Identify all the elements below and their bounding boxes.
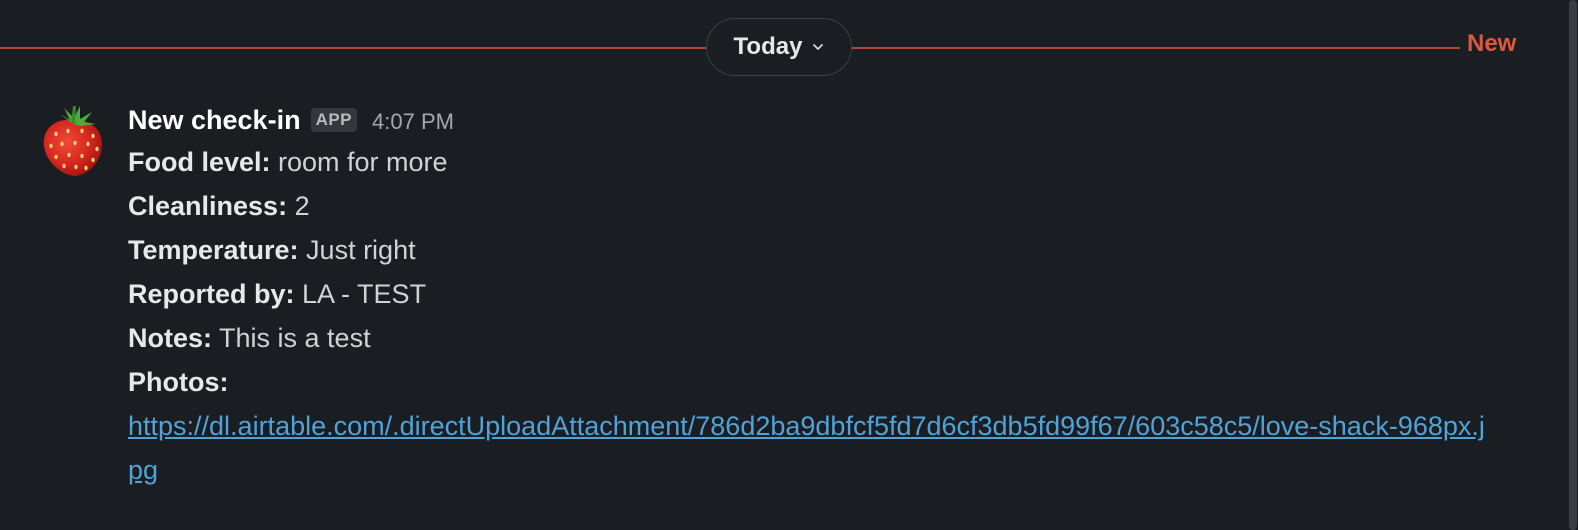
photo-link[interactable]: https://dl.airtable.com/.directUploadAtt… [128,404,1498,492]
new-messages-divider-right [852,47,1460,49]
scrollbar[interactable] [1568,0,1578,530]
field-label: Temperature: [128,235,299,265]
field-label: Cleanliness: [128,191,288,221]
field-cleanliness: Cleanliness: 2 [128,184,1508,228]
new-messages-divider-left [0,47,706,49]
field-label: Photos: [128,367,229,397]
new-messages-label: New [1467,30,1517,57]
field-value: Just right [298,235,416,265]
field-temperature: Temperature: Just right [128,228,1508,272]
date-jump-button[interactable]: Today [706,18,852,76]
message-timestamp[interactable]: 4:07 PM [372,109,454,135]
date-label: Today [733,33,803,60]
app-badge: APP [310,108,358,132]
field-value: 2 [287,191,310,221]
field-value: This is a test [212,323,371,353]
field-label: Food level: [128,147,271,177]
scrollbar-thumb[interactable] [1569,0,1577,530]
field-food-level: Food level: room for more [128,140,1508,184]
strawberry-icon [43,106,102,176]
field-reported-by: Reported by: LA - TEST [128,272,1508,316]
field-photos: Photos: [128,360,1508,404]
field-value: LA - TEST [294,279,427,309]
message-header: New check-in APP 4:07 PM [128,100,1508,140]
message-item[interactable]: New check-in APP 4:07 PM Food level: roo… [128,100,1508,492]
field-label: Notes: [128,323,213,353]
avatar[interactable] [40,104,106,178]
field-value: room for more [270,147,448,177]
field-label: Reported by: [128,279,295,309]
field-notes: Notes: This is a test [128,316,1508,360]
sender-name[interactable]: New check-in [128,105,301,136]
chevron-down-icon [813,44,824,50]
message-pane: Today New New check-in APP 4:07 PM Food … [0,0,1578,530]
